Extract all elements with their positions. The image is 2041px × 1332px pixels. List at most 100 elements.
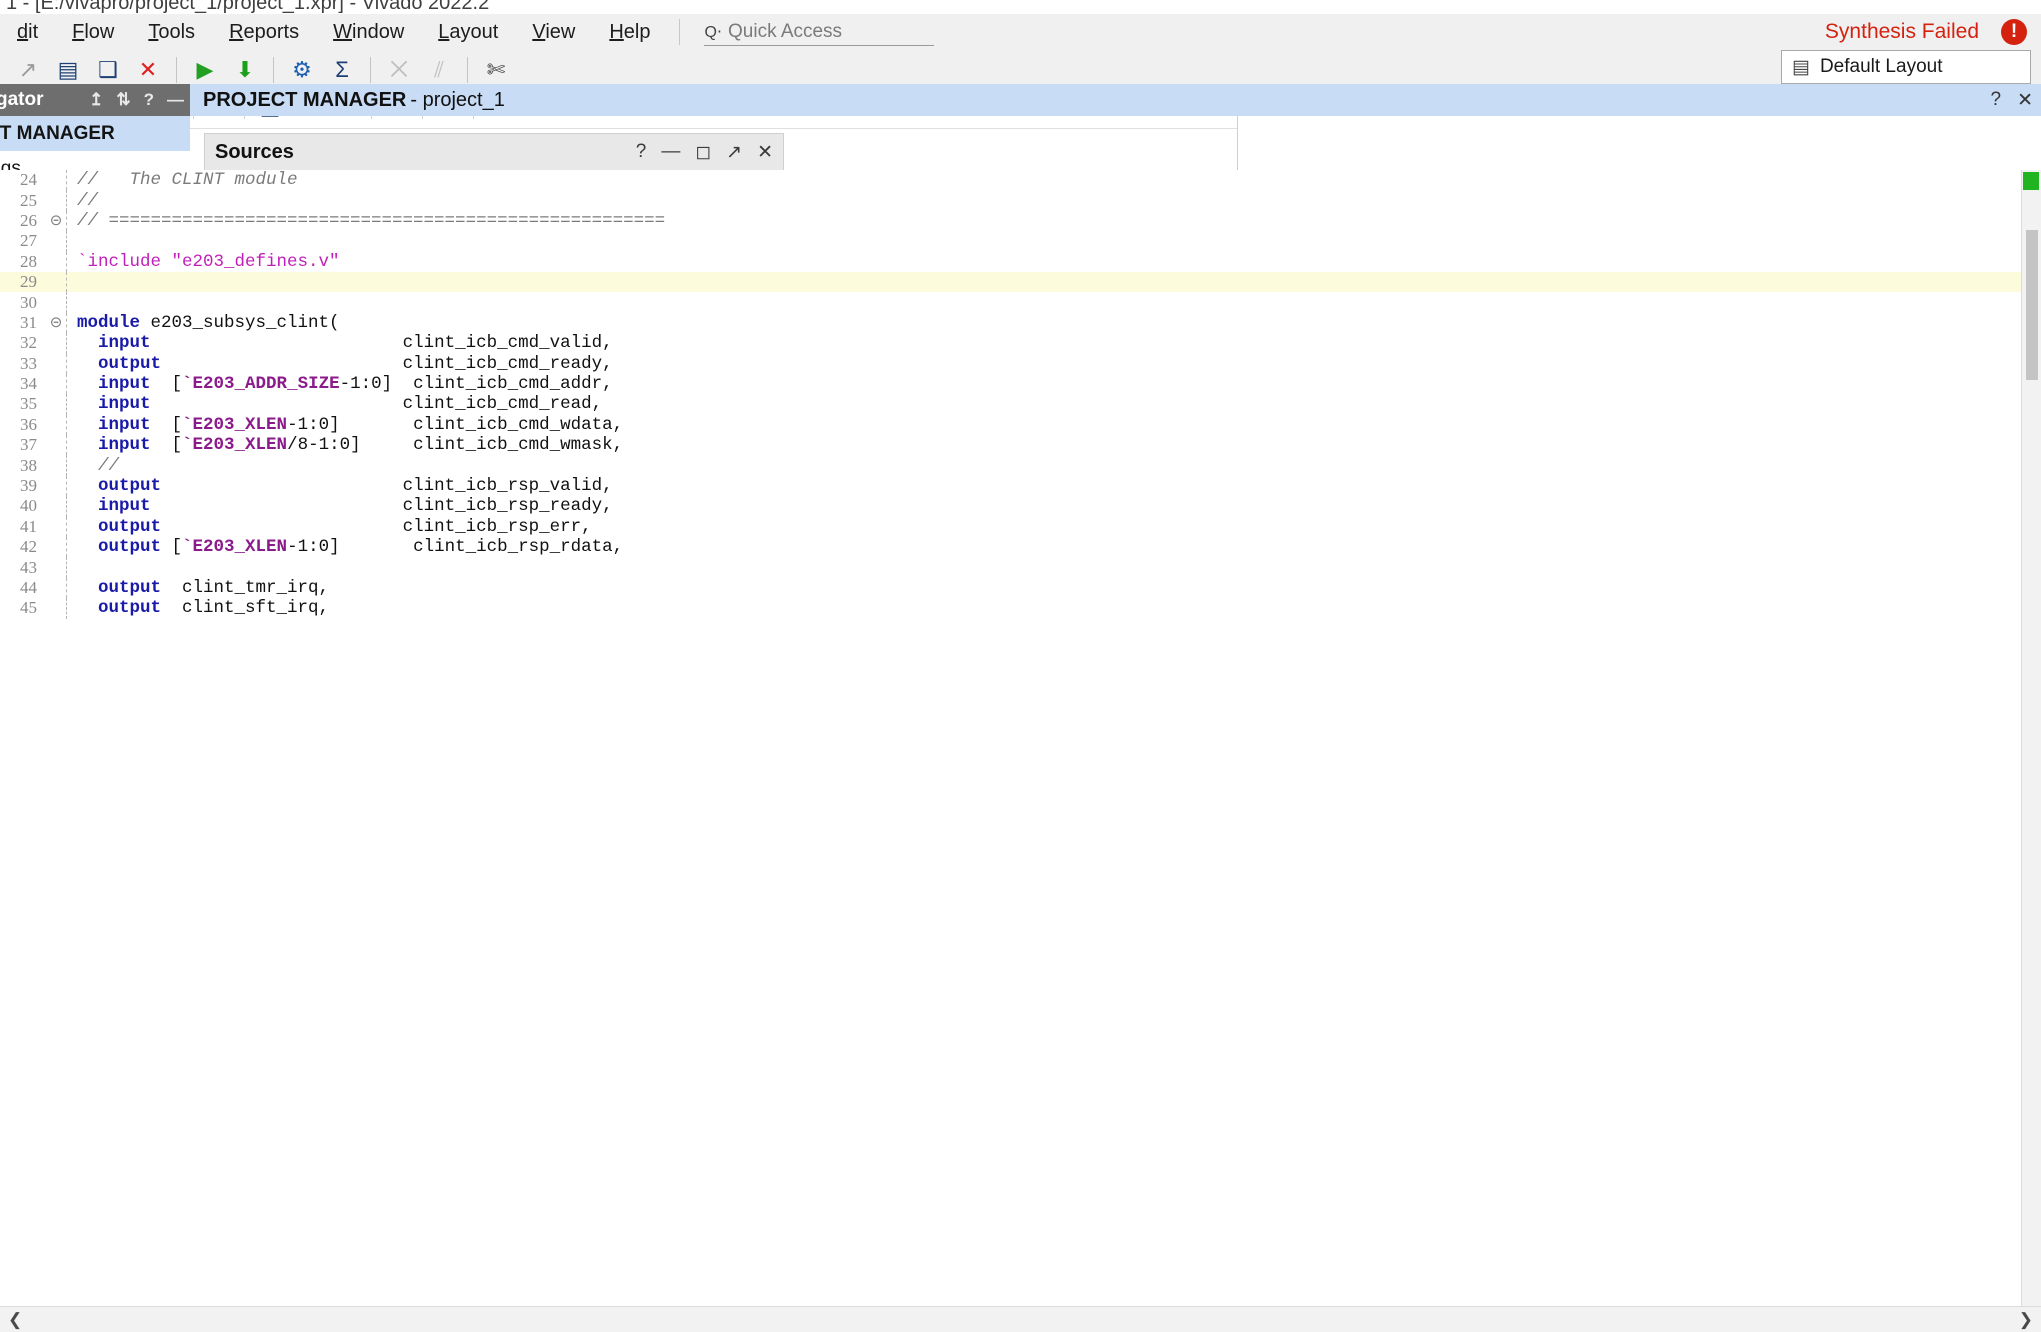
gutter-line: [66, 333, 67, 354]
help-icon[interactable]: ?: [144, 90, 154, 110]
code-token: output: [98, 353, 162, 374]
gutter-line: [66, 394, 67, 415]
code-token: clint_icb_rsp_valid,: [402, 476, 613, 497]
close-icon[interactable]: ✕: [2017, 89, 2033, 112]
line-number: 40: [20, 496, 37, 516]
quick-access-input[interactable]: Q⋅ Quick Access: [704, 18, 935, 46]
sidebar-item-ct-manager: CT MANAGER: [0, 116, 190, 151]
code-text: output clint_icb_rsp_valid,: [77, 476, 613, 496]
gutter-line: [66, 292, 67, 313]
code-token: input: [98, 374, 151, 395]
code-token: -1:0]: [339, 374, 414, 395]
code-token: clint_icb_rsp_rdata,: [413, 537, 624, 558]
menu-item-help[interactable]: Help: [592, 14, 667, 50]
sources-panel-title: Sources: [215, 141, 294, 163]
code-token: [: [150, 435, 183, 456]
code-text: output clint_sft_irq,: [77, 598, 329, 618]
layout-icon: ▤: [1792, 56, 1810, 78]
code-line: 38 //: [0, 455, 2041, 476]
line-number: 34: [20, 374, 37, 394]
expand-icon[interactable]: ⇅: [116, 90, 130, 110]
download-icon[interactable]: ⬇: [225, 52, 265, 88]
copy-icon[interactable]: ▤: [48, 52, 88, 88]
menu-item-reports[interactable]: Reports: [212, 14, 316, 50]
line-number: 37: [20, 435, 37, 455]
code-token: module: [77, 312, 141, 333]
code-token: // The CLINT module: [77, 170, 298, 191]
menu-item-view[interactable]: View: [515, 14, 592, 50]
code-token: `include: [77, 251, 172, 272]
project-manager-banner: PROJECT MANAGER - project_1 ? ✕: [190, 84, 2041, 116]
editor-vertical-scrollbar[interactable]: [2021, 170, 2041, 1306]
menu-item-window[interactable]: Window: [316, 14, 421, 50]
code-line: 33 output clint_icb_cmd_ready,: [0, 353, 2041, 374]
minimize-icon[interactable]: —: [661, 141, 680, 164]
delete-icon[interactable]: ✕: [128, 52, 168, 88]
redo-icon[interactable]: ↗: [8, 52, 48, 88]
code-text: module e203_subsys_clint(: [77, 313, 340, 333]
fold-icon[interactable]: ⊝: [46, 313, 66, 332]
menu-item-layout[interactable]: Layout: [421, 14, 515, 50]
code-line: 24 // The CLINT module: [0, 170, 2041, 191]
code-line: 29: [0, 271, 2041, 293]
scroll-right-icon[interactable]: ❯: [2019, 1310, 2033, 1330]
code-token: -1:0]: [287, 414, 414, 435]
gutter-line: [66, 455, 67, 476]
menu-item-flow[interactable]: Flow: [55, 14, 131, 50]
attach-disabled-icon[interactable]: ⫽: [419, 52, 459, 88]
toolbar-divider: [370, 56, 371, 83]
report-disabled-icon[interactable]: ⨉: [379, 52, 419, 88]
code-content[interactable]: 24 // The CLINT module 25 // 26 ⊝ // =========…: [0, 170, 2041, 1306]
run-icon[interactable]: ▶: [185, 52, 225, 88]
settings-gear-icon[interactable]: ⚙: [282, 52, 322, 88]
float-icon[interactable]: ↗: [726, 141, 742, 164]
line-number: 24: [20, 170, 37, 190]
code-text: //: [77, 456, 119, 476]
line-number: 35: [20, 394, 37, 414]
code-line: 30: [0, 292, 2041, 313]
code-token: `E203_XLEN: [182, 414, 288, 435]
scroll-left-icon[interactable]: ❮: [8, 1310, 22, 1330]
line-number: 30: [20, 292, 37, 312]
cut-tool-icon[interactable]: ✄: [476, 52, 516, 88]
gutter-line: [66, 210, 67, 232]
maximize-icon[interactable]: ◻: [695, 141, 711, 164]
code-line: 31 ⊝ module e203_subsys_clint(: [0, 312, 2041, 334]
line-number: 33: [20, 353, 37, 373]
close-icon[interactable]: ✕: [757, 141, 773, 164]
collapse-icon[interactable]: ↥: [89, 90, 103, 110]
code-line: 45 output clint_sft_irq,: [0, 598, 2041, 619]
editor-horizontal-scrollbar[interactable]: ❮ ❯: [0, 1306, 2041, 1332]
code-line: 42 output [`E203_XLEN-1:0] clint_icb_rsp…: [0, 537, 2041, 558]
gutter-line: [66, 598, 67, 619]
menu-item-tools[interactable]: Tools: [131, 14, 212, 50]
menu-item-dit[interactable]: dit: [0, 14, 55, 50]
minimize-icon[interactable]: —: [167, 90, 184, 110]
gutter-line: [66, 577, 67, 599]
code-text: input [`E203_XLEN/8-1:0] clint_icb_cmd_w…: [77, 435, 623, 455]
help-icon[interactable]: ?: [1991, 89, 2002, 112]
code-token: `E203_XLEN: [182, 537, 288, 558]
line-number: 38: [20, 455, 37, 475]
code-token: output: [98, 516, 162, 537]
code-line: 39 output clint_icb_rsp_valid,: [0, 475, 2041, 497]
status-badge[interactable]: !: [2001, 19, 2027, 45]
code-line: 25 //: [0, 190, 2041, 211]
code-line: 34 input [`E203_ADDR_SIZE-1:0] clint_icb…: [0, 373, 2041, 395]
sum-icon[interactable]: Σ: [322, 52, 362, 88]
paste-icon[interactable]: ❑: [88, 52, 128, 88]
help-icon[interactable]: ?: [636, 141, 647, 164]
code-text: output [`E203_XLEN-1:0] clint_icb_rsp_rd…: [77, 537, 623, 557]
layout-selector[interactable]: ▤ Default Layout: [1781, 50, 2031, 84]
code-line: 26 ⊝ // ==================================…: [0, 210, 2041, 232]
code-token: clint_tmr_irq,: [161, 578, 330, 598]
fold-icon[interactable]: ⊝: [46, 211, 66, 230]
code-text: input clint_icb_cmd_valid,: [77, 333, 613, 353]
